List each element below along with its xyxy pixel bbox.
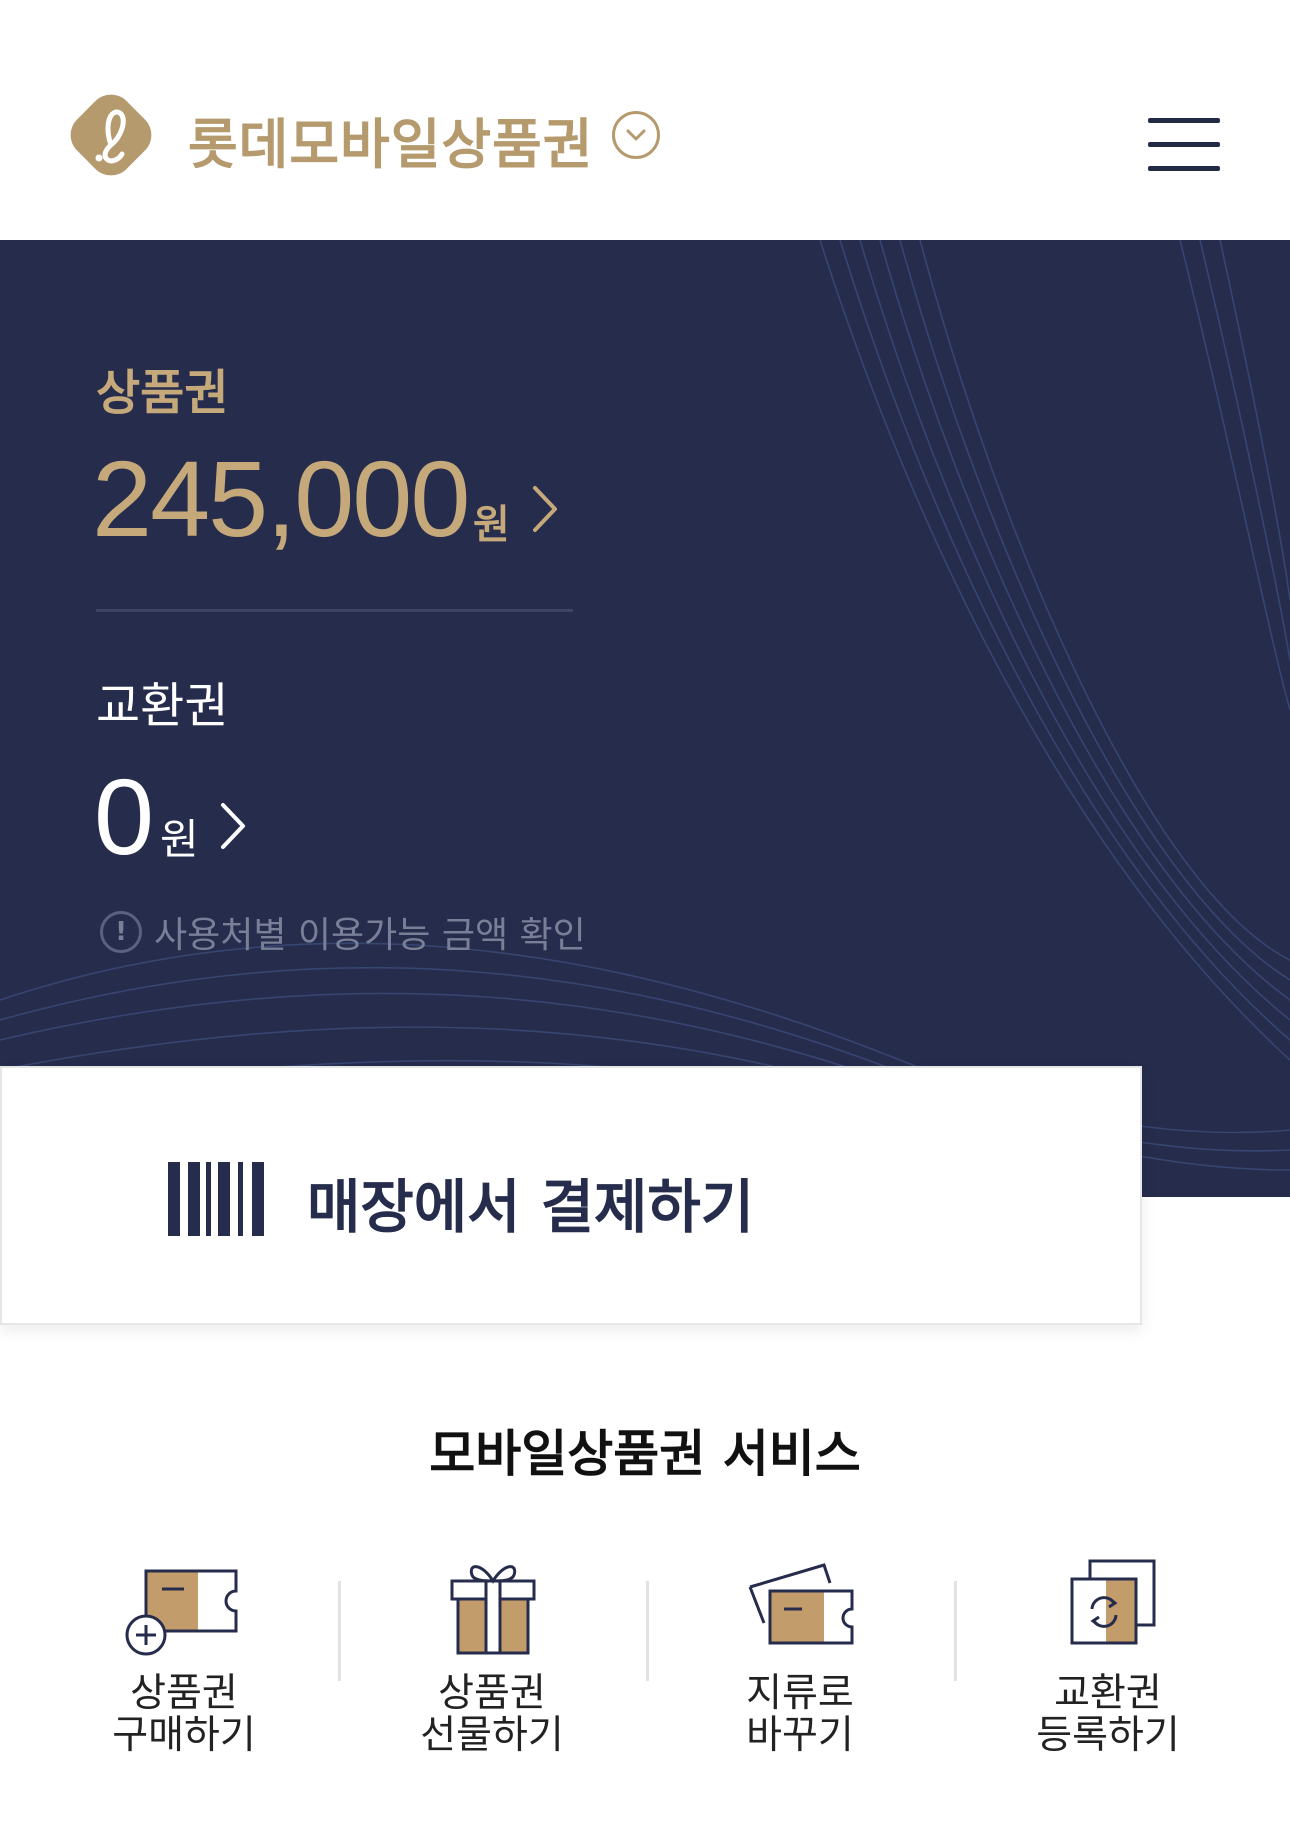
chevron-right-icon[interactable] [219, 801, 247, 855]
exchange-label: 교환권 [96, 678, 229, 734]
service-label: 교환권 등록하기 [1036, 1671, 1180, 1758]
voucher-label: 상품권 [96, 365, 229, 421]
chevron-right-icon[interactable] [531, 484, 559, 538]
barcode-icon [168, 1162, 270, 1236]
paper-voucher-icon [740, 1553, 862, 1661]
service-gift-voucher[interactable]: 상품권 선물하기 [338, 1545, 646, 1775]
service-register-exchange[interactable]: 교환권 등록하기 [954, 1545, 1262, 1775]
info-text: 사용처별 이용가능 금액 확인 [154, 915, 586, 956]
voucher-amount[interactable]: 245,000 [92, 436, 470, 561]
usage-info-link[interactable]: ! 사용처별 이용가능 금액 확인 [100, 910, 586, 956]
ticket-add-icon [124, 1553, 246, 1661]
service-label: 상품권 선물하기 [420, 1671, 564, 1758]
gift-icon [432, 1553, 554, 1661]
exchange-register-icon [1048, 1553, 1170, 1661]
info-icon: ! [100, 911, 142, 953]
hamburger-menu-icon[interactable] [1148, 118, 1222, 174]
divider [96, 609, 573, 612]
exchange-amount[interactable]: 0 [94, 754, 154, 879]
service-title: 모바일상품권 서비스 [429, 1425, 861, 1483]
pay-in-store-button[interactable]: 매장에서 결제하기 [0, 1066, 1142, 1325]
service-label: 상품권 구매하기 [112, 1671, 256, 1758]
service-buy-voucher[interactable]: 상품권 구매하기 [30, 1545, 338, 1775]
exchange-unit: 원 [160, 815, 199, 864]
lotte-logo-icon[interactable] [58, 82, 164, 188]
chevron-down-icon[interactable] [612, 111, 660, 159]
voucher-unit: 원 [473, 502, 510, 548]
service-convert-paper[interactable]: 지류로 바꾸기 [646, 1545, 954, 1775]
app-header: 롯데모바일상품권 [0, 0, 1290, 240]
brand-title[interactable]: 롯데모바일상품권 [188, 100, 593, 179]
service-label: 지류로 바꾸기 [746, 1671, 854, 1758]
pay-label: 매장에서 결제하기 [307, 1173, 755, 1241]
service-grid: 상품권 구매하기 상품권 선물하기 지류로 바꾸기 교환권 등록하기 [30, 1545, 1260, 1775]
